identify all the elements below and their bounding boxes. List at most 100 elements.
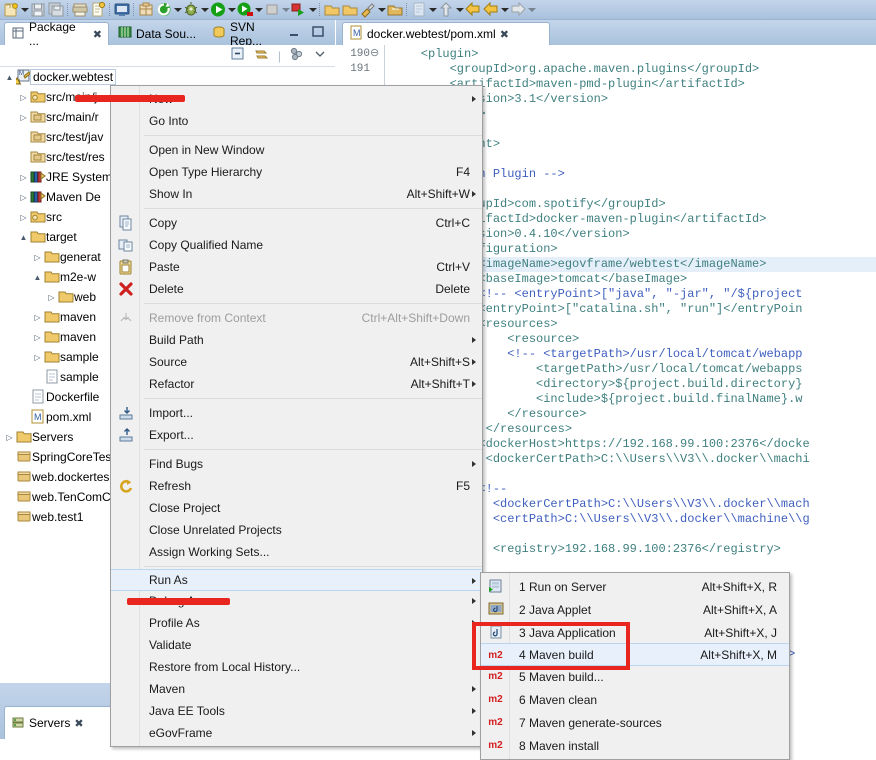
forward-icon[interactable]	[509, 1, 527, 18]
menu-item-assign-working-sets[interactable]: Assign Working Sets...	[111, 541, 482, 563]
back-icon[interactable]	[464, 1, 482, 18]
tree-expand-arrow[interactable]: ▷	[18, 193, 29, 202]
close-icon[interactable]: ✖	[74, 717, 83, 730]
tree-expand-arrow[interactable]: ▲	[4, 73, 15, 82]
annotation-icon[interactable]	[410, 1, 428, 18]
tree-expand-arrow[interactable]: ▷	[32, 253, 43, 262]
minimize-button[interactable]	[287, 25, 301, 42]
menu-item-paste[interactable]: PasteCtrl+V	[111, 256, 482, 278]
tree-expand-arrow[interactable]: ▷	[32, 353, 43, 362]
search-dropdown[interactable]	[377, 1, 386, 18]
package-icon[interactable]	[137, 1, 155, 18]
tree-expand-arrow[interactable]: ▷	[46, 293, 57, 302]
close-icon[interactable]: ✖	[500, 28, 509, 41]
left-view-tabbar[interactable]: Package ... ✖ Data Sou... SVN Rep...	[0, 20, 335, 45]
tree-expand-arrow[interactable]: ▷	[18, 113, 29, 122]
tab-data-source[interactable]: Data Sou...	[112, 22, 204, 45]
tree-item[interactable]: ▲M!docker.webtest	[0, 67, 335, 87]
menu-item-source[interactable]: SourceAlt+Shift+S	[111, 351, 482, 373]
open-console-icon[interactable]	[113, 1, 131, 18]
menu-item-build-path[interactable]: Build Path	[111, 329, 482, 351]
open-task-icon[interactable]	[386, 1, 404, 18]
tree-expand-arrow[interactable]: ▷	[32, 333, 43, 342]
link-with-editor-icon[interactable]	[254, 46, 270, 65]
run-icon[interactable]	[209, 1, 227, 18]
menu-item-go-into[interactable]: Go Into	[111, 110, 482, 132]
tree-expand-arrow[interactable]: ▲	[18, 233, 29, 242]
main-toolbar[interactable]	[0, 0, 876, 20]
view-toolbar[interactable]: |	[0, 45, 335, 67]
menu-item-show-in[interactable]: Show InAlt+Shift+W	[111, 183, 482, 205]
terminate-dropdown[interactable]	[281, 1, 290, 18]
menu-item-import[interactable]: Import...	[111, 402, 482, 424]
menu-item-profile-as[interactable]: Profile As	[111, 612, 482, 634]
search-icon[interactable]	[359, 1, 377, 18]
menu-item-open-type-hierarchy[interactable]: Open Type HierarchyF4	[111, 161, 482, 183]
maximize-button[interactable]	[311, 25, 325, 42]
editor-tabbar[interactable]: M docker.webtest/pom.xml ✖	[336, 20, 876, 45]
new-wizard-icon[interactable]	[2, 1, 20, 18]
menu-item-validate[interactable]: Validate	[111, 634, 482, 656]
menu-item-refresh[interactable]: RefreshF5	[111, 475, 482, 497]
save-all-icon[interactable]	[47, 1, 65, 18]
save-icon[interactable]	[29, 1, 47, 18]
menu-item-restore-from-local-history[interactable]: Restore from Local History...	[111, 656, 482, 678]
menu-item-close-project[interactable]: Close Project	[111, 497, 482, 519]
menu-item-find-bugs[interactable]: Find Bugs	[111, 453, 482, 475]
tree-expand-arrow[interactable]: ▷	[32, 313, 43, 322]
tree-expand-arrow[interactable]: ▷	[18, 93, 29, 102]
tab-pom-xml[interactable]: M docker.webtest/pom.xml ✖	[342, 22, 550, 45]
print-icon[interactable]	[71, 1, 89, 18]
refresh-server-icon[interactable]	[155, 1, 173, 18]
new-file-icon[interactable]	[89, 1, 107, 18]
terminate-icon[interactable]	[263, 1, 281, 18]
menu-item-copy-qualified-name[interactable]: Copy Qualified Name	[111, 234, 482, 256]
new-wizard-dropdown[interactable]	[20, 1, 29, 18]
tab-svn-repo[interactable]: SVN Rep...	[206, 22, 292, 45]
refresh-server-dropdown[interactable]	[173, 1, 182, 18]
submenu-item-java-applet[interactable]: 2 Java AppletAlt+Shift+X, A	[481, 598, 789, 621]
submenu-item-run-on-server[interactable]: 1 Run on ServerAlt+Shift+X, R	[481, 575, 789, 598]
menu-item-java-ee-tools[interactable]: Java EE Tools	[111, 700, 482, 722]
debug-icon[interactable]	[182, 1, 200, 18]
submenu-item-maven-clean[interactable]: m26 Maven clean	[481, 688, 789, 711]
view-menu-chevron[interactable]	[313, 47, 327, 64]
prev-dropdown[interactable]	[500, 1, 509, 18]
menu-item-remove-from-context[interactable]: Remove from ContextCtrl+Alt+Shift+Down	[111, 307, 482, 329]
run-as-submenu[interactable]: 1 Run on ServerAlt+Shift+X, R2 Java Appl…	[480, 572, 790, 760]
close-icon[interactable]: ✖	[93, 28, 102, 41]
submenu-item-maven-build-config[interactable]: m25 Maven build...	[481, 665, 789, 688]
submenu-item-maven-generate-sources[interactable]: m27 Maven generate-sources	[481, 711, 789, 734]
tab-servers[interactable]: Servers ✖	[4, 706, 114, 739]
run-dropdown[interactable]	[227, 1, 236, 18]
forward-dropdown[interactable]	[527, 1, 536, 18]
menu-item-maven[interactable]: Maven	[111, 678, 482, 700]
submenu-item-maven-build[interactable]: m24 Maven buildAlt+Shift+X, M	[481, 643, 789, 666]
submenu-item-maven-install[interactable]: m28 Maven install	[481, 734, 789, 757]
run-coverage-icon[interactable]	[236, 1, 254, 18]
project-context-menu[interactable]: NewGo IntoOpen in New WindowOpen Type Hi…	[110, 85, 483, 747]
next-annotation-dropdown[interactable]	[455, 1, 464, 18]
debug-dropdown[interactable]	[200, 1, 209, 18]
tree-expand-arrow[interactable]: ▷	[18, 173, 29, 182]
submenu-item-java-application[interactable]: 3 Java ApplicationAlt+Shift+X, J	[481, 621, 789, 644]
menu-item-open-in-new-window[interactable]: Open in New Window	[111, 139, 482, 161]
run-coverage-dropdown[interactable]	[254, 1, 263, 18]
menu-item-refactor[interactable]: RefactorAlt+Shift+T	[111, 373, 482, 395]
tab-package-explorer[interactable]: Package ... ✖	[4, 22, 109, 45]
tree-expand-arrow[interactable]: ▷	[4, 433, 15, 442]
open-type-icon[interactable]	[323, 1, 341, 18]
collapse-all-icon[interactable]	[230, 46, 246, 65]
menu-item-close-unrelated-projects[interactable]: Close Unrelated Projects	[111, 519, 482, 541]
menu-item-egovframe[interactable]: eGovFrame	[111, 722, 482, 744]
menu-item-delete[interactable]: DeleteDelete	[111, 278, 482, 300]
annotation-dropdown[interactable]	[428, 1, 437, 18]
menu-item-run-as[interactable]: Run As	[111, 569, 482, 591]
next-annotation-icon[interactable]	[437, 1, 455, 18]
prev-icon[interactable]	[482, 1, 500, 18]
tree-expand-arrow[interactable]: ▲	[32, 273, 43, 282]
open-folder-icon[interactable]	[341, 1, 359, 18]
menu-item-export[interactable]: Export...	[111, 424, 482, 446]
view-menu-icon[interactable]	[289, 46, 305, 65]
tree-expand-arrow[interactable]: ▷	[18, 213, 29, 222]
